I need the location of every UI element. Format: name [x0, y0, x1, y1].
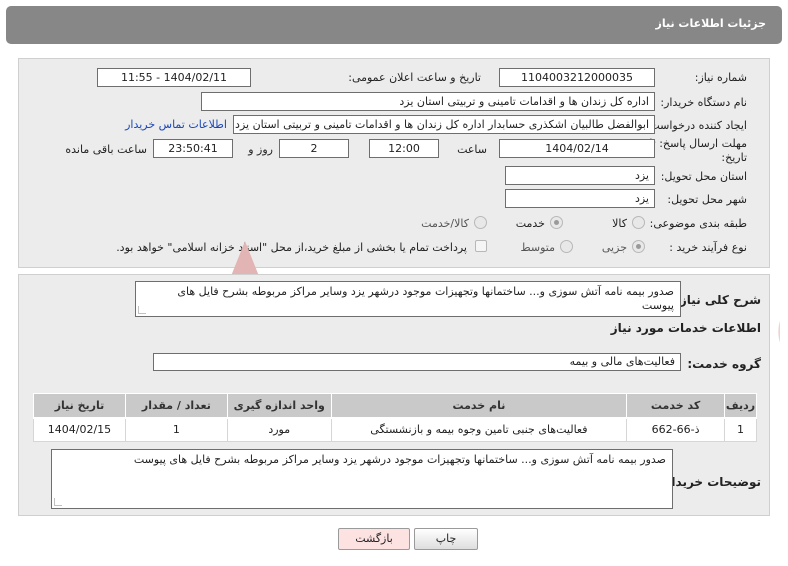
buyer-org-field[interactable]: اداره کل زندان ها و اقدامات تامینی و ترب… — [201, 92, 655, 111]
category-service-radio[interactable] — [550, 216, 563, 229]
table-row[interactable]: 1 ذ-66-662 فعالیت‌های جنبی تامین وجوه بی… — [33, 417, 757, 442]
col-date-header: تاریخ نیاز — [33, 393, 126, 419]
buyer-notes-textarea[interactable]: صدور بیمه نامه آتش سوزی و... ساختمانها و… — [51, 449, 673, 509]
category-goods-radio[interactable] — [632, 216, 645, 229]
services-table: ردیف کد خدمت نام خدمت واحد اندازه گیری ت… — [33, 393, 757, 442]
deadline-label: مهلت ارسال پاسخ: تا — [649, 137, 747, 150]
cell-qty: 1 — [124, 417, 228, 442]
summary-label: شرح کلی نیاز: — [675, 293, 761, 307]
category-label: طبقه بندی موضوعی: — [649, 217, 747, 230]
category-goods-label: کالا — [612, 217, 627, 230]
remaining-days-field[interactable]: 2 — [279, 139, 349, 158]
service-group-field[interactable]: فعالیت‌های مالی و بیمه — [153, 353, 681, 371]
table-header-row: ردیف کد خدمت نام خدمت واحد اندازه گیری ت… — [33, 393, 757, 419]
page-title: جزئیات اطلاعات نیاز — [655, 17, 767, 30]
cell-row: 1 — [724, 417, 757, 442]
deadline-time-field[interactable]: 12:00 — [369, 139, 439, 158]
col-name-header: نام خدمت — [330, 393, 628, 419]
col-code-header: کد خدمت — [626, 393, 726, 419]
deadline-date-label: تاریخ: — [721, 151, 747, 164]
col-qty-header: تعداد / مقدار — [124, 393, 228, 419]
treasury-payment-checkbox[interactable] — [475, 240, 487, 252]
process-minor-radio[interactable] — [632, 240, 645, 253]
col-unit-header: واحد اندازه گیری — [226, 393, 332, 419]
announce-datetime-label: تاریخ و ساعت اعلان عمومی: — [348, 71, 481, 84]
treasury-payment-note: پرداخت تمام یا بخشی از مبلغ خرید،از محل … — [116, 241, 467, 254]
category-goods-service-label: کالا/خدمت — [421, 217, 469, 230]
process-type-label: نوع فرآیند خرید : — [669, 241, 747, 254]
process-minor-label: جزیی — [601, 241, 627, 254]
resize-grip-icon[interactable] — [54, 498, 62, 506]
process-medium-label: متوسط — [520, 241, 555, 254]
need-number-field[interactable]: 1104003212000035 — [499, 68, 655, 87]
summary-textarea[interactable]: صدور بیمه نامه آتش سوزی و... ساختمانها و… — [135, 281, 681, 317]
col-row-header: ردیف — [724, 393, 757, 419]
buyer-contact-link[interactable]: اطلاعات تماس خریدار — [125, 118, 227, 131]
category-goods-service-radio[interactable] — [474, 216, 487, 229]
cell-code: ذ-66-662 — [626, 417, 726, 442]
buyer-notes-label: توضیحات خریدار: — [659, 475, 761, 489]
remaining-time-field[interactable]: 23:50:41 — [153, 139, 233, 158]
buyer-org-label: نام دستگاه خریدار: — [660, 96, 747, 109]
creator-label: ایجاد کننده درخواست: — [645, 119, 747, 132]
remaining-time-label: ساعت باقی مانده — [65, 143, 147, 156]
process-medium-radio[interactable] — [560, 240, 573, 253]
need-number-label: شماره نیاز: — [694, 71, 747, 84]
days-label: روز و — [248, 143, 273, 156]
cell-name: فعالیت‌های جنبی تامین وجوه بیمه و بازنشس… — [330, 417, 628, 442]
service-group-label: گروه خدمت: — [687, 357, 761, 371]
deadline-time-label: ساعت — [457, 143, 487, 156]
cell-date: 1404/02/15 — [33, 417, 126, 442]
cell-unit: مورد — [226, 417, 332, 442]
resize-grip-icon[interactable] — [138, 306, 146, 314]
back-button[interactable]: بازگشت — [338, 528, 410, 550]
summary-text: صدور بیمه نامه آتش سوزی و... ساختمانها و… — [177, 285, 674, 312]
services-section-title: اطلاعات خدمات مورد نیاز — [610, 321, 761, 335]
page-header: جزئیات اطلاعات نیاز — [6, 6, 782, 44]
deadline-date-field[interactable]: 1404/02/14 — [499, 139, 655, 158]
city-field[interactable]: یزد — [505, 189, 655, 208]
announce-datetime-field[interactable]: 1404/02/11 - 11:55 — [97, 68, 251, 87]
province-field[interactable]: یزد — [505, 166, 655, 185]
province-label: استان محل تحویل: — [660, 170, 747, 183]
category-service-label: خدمت — [515, 217, 545, 230]
city-label: شهر محل تحویل: — [667, 193, 747, 206]
buyer-notes-text: صدور بیمه نامه آتش سوزی و... ساختمانها و… — [133, 453, 666, 466]
need-info-panel: شماره نیاز: 1104003212000035 تاریخ و ساع… — [18, 58, 770, 268]
creator-field[interactable]: ابوالفضل طالبیان اشکذری حسابدار اداره کل… — [233, 115, 655, 134]
services-panel: شرح کلی نیاز: صدور بیمه نامه آتش سوزی و.… — [18, 274, 770, 516]
print-button[interactable]: چاپ — [414, 528, 478, 550]
